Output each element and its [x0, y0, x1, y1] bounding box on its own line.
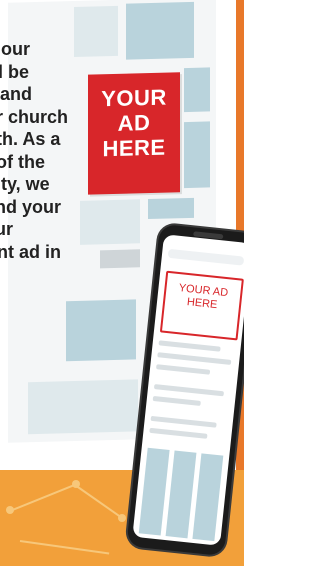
article-line: onth. As a [0, 129, 61, 149]
article-line: unity, we [0, 174, 50, 194]
phone-content-columns [138, 447, 224, 542]
article-line: ds and [0, 84, 33, 104]
content-line [155, 364, 211, 375]
content-line [158, 340, 221, 352]
network-line [9, 483, 76, 512]
content-column [165, 450, 197, 539]
network-node [6, 506, 14, 514]
article-line: our church [0, 106, 69, 127]
article-line: er of the [0, 151, 46, 172]
network-node [118, 514, 126, 522]
ad-promo-graphic: YOUR AD HERE Pi, our will be ds and our … [0, 0, 244, 566]
content-line [157, 352, 232, 365]
article-line: pand your [0, 196, 62, 217]
content-line [149, 427, 208, 439]
article-line: will be [0, 61, 30, 82]
article-line: Pi, our [0, 39, 31, 59]
phone-ad-text: YOUR AD HERE [178, 282, 229, 312]
content-line [150, 415, 217, 428]
content-line [153, 384, 225, 397]
content-line [152, 395, 201, 406]
flyer-tile [28, 379, 138, 435]
phone-ad-placeholder: YOUR AD HERE [159, 270, 244, 341]
network-node [72, 480, 80, 488]
flyer-tile [66, 299, 136, 362]
content-column [138, 447, 170, 536]
network-line [74, 484, 125, 521]
content-column [192, 453, 224, 542]
phone-search-bar [167, 248, 244, 266]
network-line [19, 540, 110, 555]
